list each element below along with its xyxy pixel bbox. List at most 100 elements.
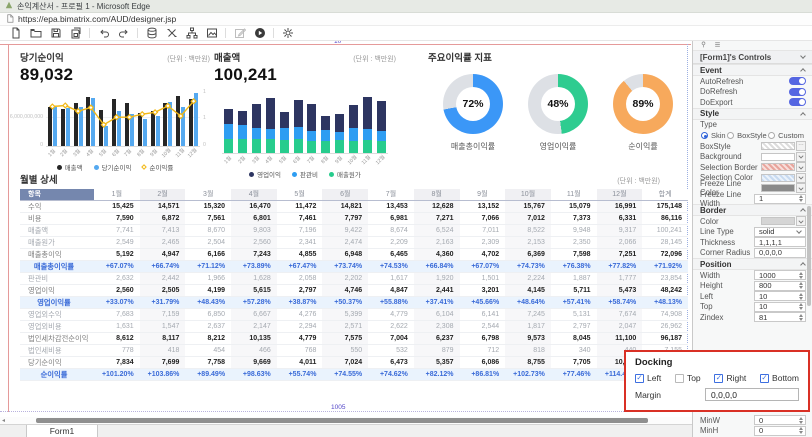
spinner-input[interactable]: 10 bbox=[754, 302, 806, 312]
checkbox-icon[interactable]: ✓ bbox=[714, 374, 723, 383]
prop-control[interactable]: 0,0,0,0 bbox=[754, 248, 806, 258]
prop-control[interactable]: 10 bbox=[754, 291, 806, 301]
controls-dropdown[interactable]: [Form1]'s Controls bbox=[693, 51, 812, 64]
spinner-input[interactable]: 10 bbox=[754, 291, 806, 301]
docking-top-checkbox[interactable]: Top bbox=[675, 373, 701, 383]
color-swatch[interactable] bbox=[761, 142, 795, 150]
toolbar-save-all-button[interactable] bbox=[69, 27, 82, 40]
horizontal-scrollbar[interactable]: ◂ bbox=[0, 417, 692, 424]
docking-left-checkbox[interactable]: ✓Left bbox=[635, 373, 661, 383]
docking-right-checkbox[interactable]: ✓Right bbox=[714, 373, 746, 383]
x-axis-label: 5월 bbox=[277, 155, 291, 167]
toolbar-media-button[interactable] bbox=[205, 27, 218, 40]
spinner-input[interactable]: 1 bbox=[754, 194, 806, 204]
designer-canvas[interactable]: 10 1005 당기순이익 (단위 : 백만원) 89,032 6,000,00… bbox=[0, 41, 692, 417]
tab-form1[interactable]: Form1 bbox=[26, 425, 98, 437]
dropdown-button[interactable] bbox=[796, 216, 806, 226]
table-cell: 7,797 bbox=[322, 213, 368, 225]
sidebar-scrollbar[interactable] bbox=[807, 206, 811, 306]
section-header-style[interactable]: Style bbox=[693, 108, 812, 120]
spinner-arrows-icon[interactable] bbox=[799, 272, 803, 279]
prop-control[interactable] bbox=[761, 152, 806, 162]
table-cell: +48.13% bbox=[642, 297, 688, 309]
prop-control[interactable] bbox=[789, 77, 806, 85]
scroll-left-arrow-icon[interactable]: ◂ bbox=[2, 417, 5, 424]
table-cell: +71.92% bbox=[642, 261, 688, 273]
toolbar-data-source-button[interactable] bbox=[145, 27, 158, 40]
spinner-arrows-icon[interactable] bbox=[799, 293, 803, 300]
spinner-arrows-icon[interactable] bbox=[799, 282, 803, 289]
section-header-event[interactable]: Event bbox=[693, 64, 812, 76]
dropdown-button[interactable] bbox=[796, 162, 806, 172]
color-swatch[interactable] bbox=[761, 174, 795, 182]
spinner-arrows-icon[interactable] bbox=[799, 314, 803, 321]
toolbar-edit-button[interactable] bbox=[233, 27, 246, 40]
table-cell: 8,755 bbox=[505, 357, 551, 369]
prop-control[interactable] bbox=[761, 162, 806, 172]
dropdown-button[interactable] bbox=[796, 173, 806, 183]
prop-control[interactable]: solid bbox=[754, 227, 806, 237]
spinner-arrows-icon[interactable] bbox=[799, 303, 803, 310]
table-cell: 7,271 bbox=[414, 213, 460, 225]
color-swatch[interactable] bbox=[761, 184, 795, 192]
toggle-on[interactable] bbox=[789, 88, 806, 96]
combo-x-axis: 1월2월3월4월5월6월7월8월9월10월11월12월 bbox=[46, 148, 200, 160]
toolbar-undo-button[interactable] bbox=[97, 27, 110, 40]
radio-custom[interactable]: Custom bbox=[768, 131, 804, 140]
url-bar[interactable]: https://epa.bimatrix.com/AUD/designer.js… bbox=[0, 13, 812, 26]
spinner-arrows-icon[interactable] bbox=[799, 417, 803, 424]
toggle-on[interactable] bbox=[789, 77, 806, 85]
section-header-position[interactable]: Position bbox=[693, 258, 812, 270]
dropdown-button[interactable] bbox=[796, 183, 806, 193]
radio-skin[interactable]: Skin bbox=[701, 131, 726, 140]
toolbar-redo-button[interactable] bbox=[117, 27, 130, 40]
select-input[interactable]: solid bbox=[754, 227, 806, 237]
pin-icon[interactable] bbox=[700, 41, 707, 50]
prop-control[interactable] bbox=[789, 88, 806, 96]
prop-control[interactable]: 800 bbox=[754, 281, 806, 291]
menu-icon[interactable] bbox=[714, 41, 721, 50]
text-input[interactable]: 1,1,1,1 bbox=[754, 237, 806, 247]
toolbar-run-button[interactable] bbox=[253, 27, 266, 40]
spinner-input[interactable]: 800 bbox=[754, 281, 806, 291]
prop-control[interactable] bbox=[789, 98, 806, 106]
prop-control[interactable]: 1 bbox=[754, 194, 806, 204]
toolbar-new-document-button[interactable] bbox=[9, 27, 22, 40]
prop-control[interactable] bbox=[761, 216, 806, 226]
docking-bottom-checkbox[interactable]: ✓Bottom bbox=[760, 373, 799, 383]
spinner-arrows-icon[interactable] bbox=[799, 195, 803, 202]
spinner-input[interactable]: 1000 bbox=[754, 270, 806, 280]
margin-input[interactable]: 0,0,0,0 bbox=[705, 388, 799, 401]
color-swatch[interactable] bbox=[761, 217, 795, 225]
checkbox-icon[interactable]: ✓ bbox=[760, 374, 769, 383]
scrollbar-thumb[interactable] bbox=[36, 418, 648, 423]
text-input[interactable]: 0,0,0,0 bbox=[754, 248, 806, 258]
dropdown-button[interactable] bbox=[796, 152, 806, 162]
toolbar-sitemap-button[interactable] bbox=[185, 27, 198, 40]
spinner-input[interactable]: 81 bbox=[754, 312, 806, 322]
prop-control[interactable] bbox=[761, 183, 806, 193]
toolbar-save-button[interactable] bbox=[49, 27, 62, 40]
toolbar-tools-button[interactable] bbox=[165, 27, 178, 40]
table-row: 영업이익2,5602,5054,1995,6152,7974,7464,8472… bbox=[20, 285, 688, 297]
toggle-on[interactable] bbox=[789, 98, 806, 106]
prop-control[interactable]: 0 bbox=[754, 426, 806, 436]
prop-control[interactable]: ⋯ bbox=[761, 141, 806, 151]
prop-control[interactable]: 1000 bbox=[754, 270, 806, 280]
checkbox-icon[interactable] bbox=[675, 374, 684, 383]
radio-boxstyle[interactable]: BoxStyle bbox=[727, 131, 767, 140]
prop-control[interactable]: 0 bbox=[754, 415, 806, 425]
color-swatch[interactable] bbox=[761, 163, 795, 171]
spinner-input[interactable]: 0 bbox=[754, 415, 806, 425]
spinner-input[interactable]: 0 bbox=[754, 426, 806, 436]
color-swatch[interactable] bbox=[761, 153, 795, 161]
spinner-arrows-icon[interactable] bbox=[799, 427, 803, 434]
prop-control[interactable]: 81 bbox=[754, 312, 806, 322]
prop-control[interactable]: 1,1,1,1 bbox=[754, 237, 806, 247]
toolbar-open-folder-button[interactable] bbox=[29, 27, 42, 40]
prop-control[interactable] bbox=[761, 173, 806, 183]
toolbar-settings-button[interactable] bbox=[281, 27, 294, 40]
checkbox-icon[interactable]: ✓ bbox=[635, 374, 644, 383]
prop-control[interactable]: 10 bbox=[754, 302, 806, 312]
ellipsis-button[interactable]: ⋯ bbox=[796, 141, 806, 151]
